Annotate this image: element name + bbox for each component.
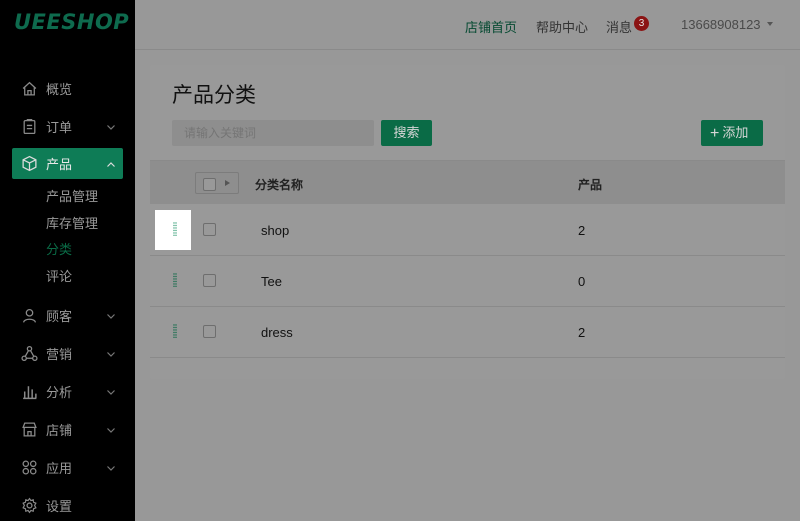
user-icon: [21, 307, 38, 324]
sidebar-subitem-categories[interactable]: 分类: [46, 237, 135, 264]
plus-icon: +: [710, 125, 720, 142]
search-button[interactable]: 搜索: [381, 120, 432, 146]
apps-icon: [21, 459, 38, 476]
sidebar-item-label: 产品: [46, 157, 73, 172]
row-checkbox[interactable]: [203, 274, 216, 287]
table-row: Tee 0: [150, 256, 785, 307]
sidebar-item-overview[interactable]: 概览: [0, 69, 135, 107]
network-icon: [21, 345, 38, 362]
bulk-select-dropdown[interactable]: [195, 172, 239, 194]
product-count: 2: [578, 325, 586, 340]
sidebar-subnav-products: 产品管理 库存管理 分类 评论: [0, 182, 135, 296]
sidebar-item-label: 概览: [46, 81, 73, 97]
row-checkbox[interactable]: [203, 223, 216, 236]
bar-chart-icon: [21, 383, 38, 400]
category-name[interactable]: Tee: [261, 274, 282, 289]
cube-icon: [21, 155, 38, 172]
messages-link[interactable]: 消息: [606, 17, 632, 36]
sidebar-item-label: 分析: [46, 384, 73, 400]
sidebar-item-label: 营销: [46, 346, 73, 362]
chevron-down-icon: [106, 461, 116, 471]
caret-right-icon[interactable]: [225, 180, 230, 186]
column-header-products[interactable]: 产品: [578, 176, 602, 193]
sidebar-item-marketing[interactable]: 营销: [0, 334, 135, 372]
help-center-link[interactable]: 帮助中心: [536, 17, 588, 36]
drag-handle-icon[interactable]: [173, 273, 177, 287]
sidebar-item-orders[interactable]: 订单: [0, 107, 135, 145]
chevron-down-icon: [106, 423, 116, 433]
column-header-category-name[interactable]: 分类名称: [255, 176, 303, 193]
category-name[interactable]: shop: [261, 223, 289, 238]
sidebar-item-customers[interactable]: 顾客: [0, 296, 135, 334]
table-header: 分类名称 产品: [150, 160, 785, 204]
drag-handle-icon[interactable]: [173, 324, 177, 338]
sidebar-item-apps[interactable]: 应用: [0, 448, 135, 486]
user-account-menu[interactable]: 13668908123: [681, 17, 761, 32]
select-all-checkbox[interactable]: [203, 178, 216, 191]
drag-handle-icon[interactable]: [173, 222, 177, 236]
sidebar-item-label: 订单: [46, 119, 73, 135]
chevron-up-icon: [106, 158, 116, 168]
top-bar: 店铺首页 帮助中心 消息 3 13668908123: [135, 0, 800, 50]
chevron-down-icon: [106, 309, 116, 319]
store-home-link[interactable]: 店铺首页: [465, 17, 517, 36]
sidebar-subitem-reviews[interactable]: 评论: [46, 264, 135, 291]
table-row: dress 2: [150, 307, 785, 358]
sidebar-item-label: 顾客: [46, 308, 73, 324]
search-input[interactable]: [172, 120, 374, 146]
sidebar-item-label: 设置: [46, 498, 73, 514]
clipboard-icon: [21, 118, 38, 135]
sidebar: UEESHOP 概览 订单 产品 产品管理 库存管理 分类 评论 顾客 营销 分…: [0, 0, 135, 521]
page-title: 产品分类: [172, 84, 256, 107]
message-count-badge: 3: [634, 16, 649, 31]
table-row: shop 2: [150, 205, 785, 256]
chevron-down-icon: [106, 347, 116, 357]
logo: UEESHOP: [14, 10, 130, 34]
sidebar-item-label: 应用: [46, 460, 73, 476]
product-count: 2: [578, 223, 586, 238]
sidebar-item-analytics[interactable]: 分析: [0, 372, 135, 410]
add-button-label: 添加: [722, 125, 749, 140]
sidebar-item-products[interactable]: 产品: [12, 148, 123, 179]
caret-down-icon[interactable]: [767, 22, 773, 26]
product-count: 0: [578, 274, 586, 289]
categories-card: 产品分类 搜索 +添加 分类名称 产品 shop 2 Tee 0 dress 2: [150, 65, 785, 379]
add-category-button[interactable]: + 添加: [701, 120, 763, 146]
sidebar-item-settings[interactable]: 设置: [0, 486, 135, 521]
store-icon: [21, 421, 38, 438]
row-checkbox[interactable]: [203, 325, 216, 338]
sidebar-subitem-product-management[interactable]: 产品管理: [46, 184, 135, 211]
sidebar-item-label: 店铺: [46, 422, 73, 438]
sidebar-nav: 概览 订单 产品 产品管理 库存管理 分类 评论 顾客 营销 分析 店铺 应用 …: [0, 69, 135, 521]
chevron-down-icon: [106, 385, 116, 395]
sidebar-subitem-inventory[interactable]: 库存管理: [46, 211, 135, 238]
category-name[interactable]: dress: [261, 325, 293, 340]
chevron-down-icon: [106, 120, 116, 130]
home-icon: [21, 80, 38, 97]
sidebar-item-store[interactable]: 店铺: [0, 410, 135, 448]
gear-icon: [21, 497, 38, 514]
